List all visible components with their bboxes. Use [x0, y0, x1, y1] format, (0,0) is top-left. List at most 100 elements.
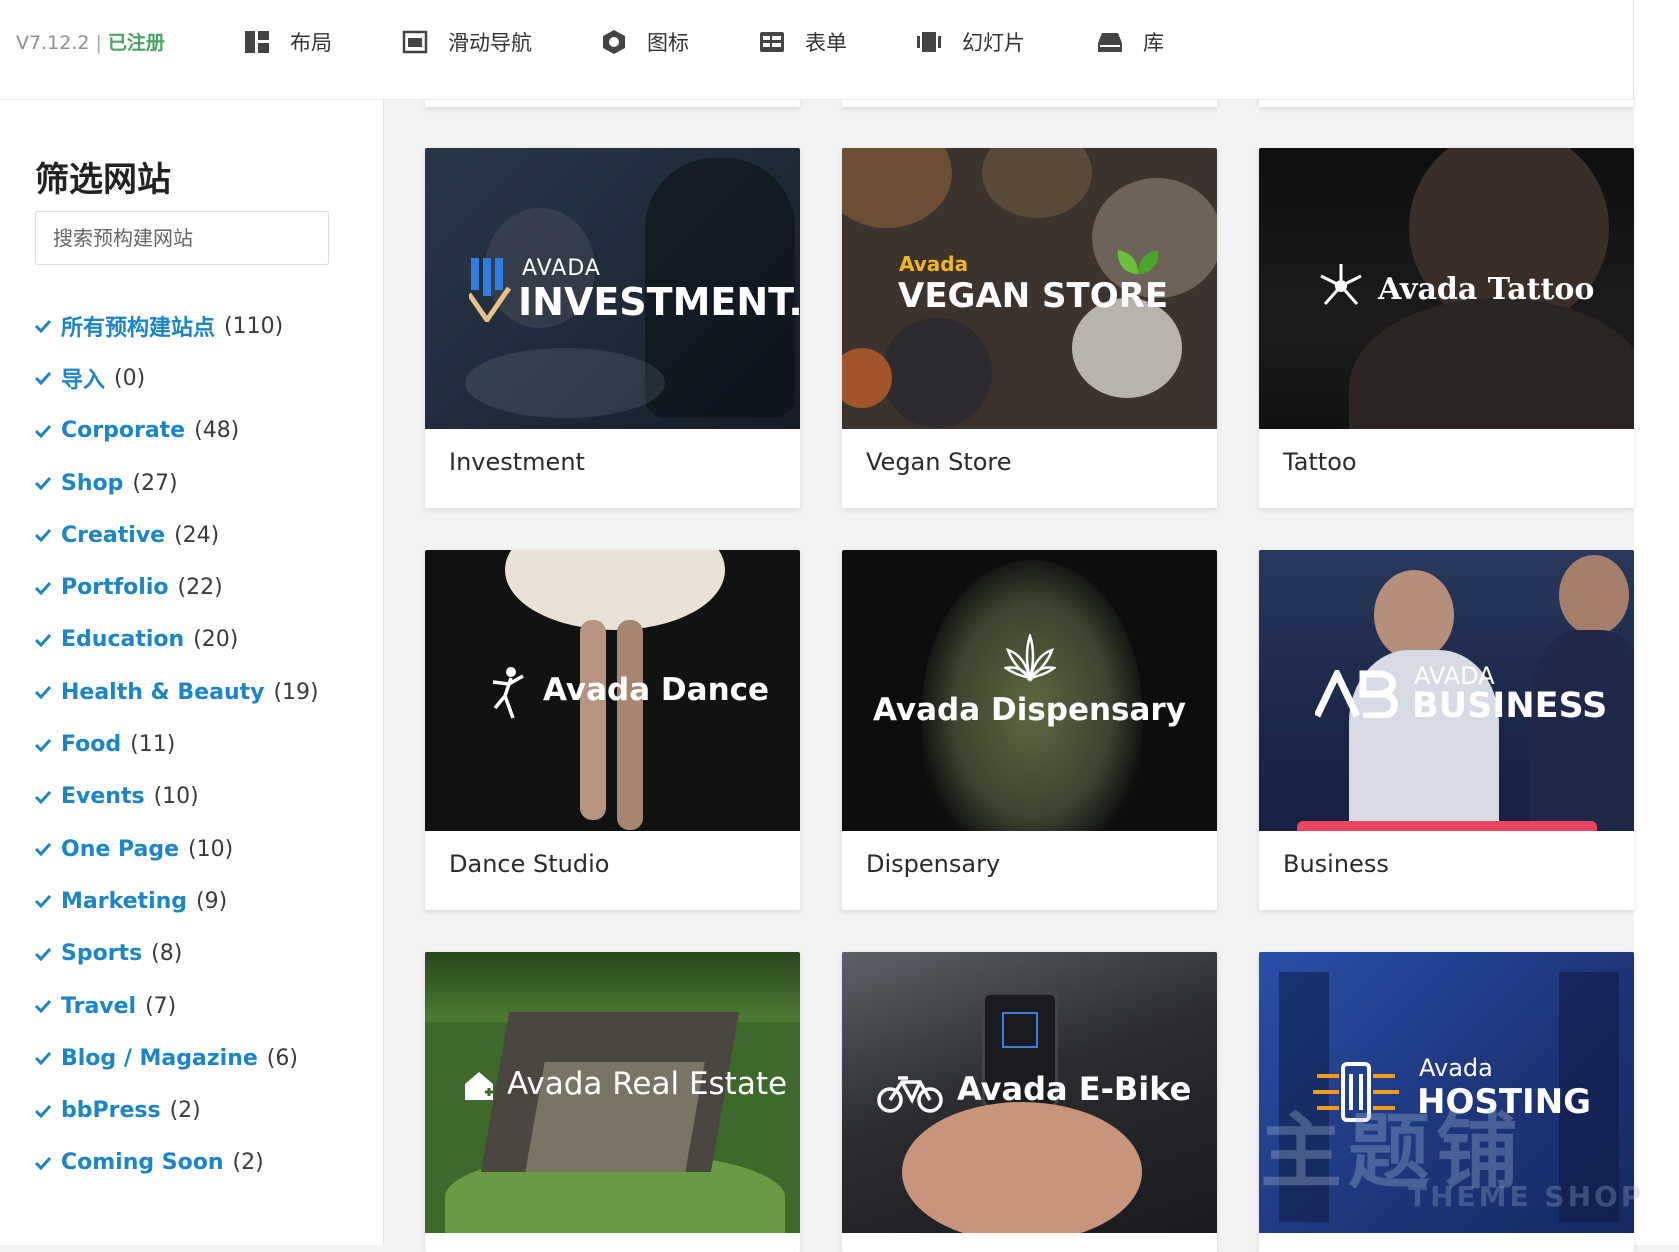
card-title: Tattoo [1283, 448, 1357, 476]
filter-name: Corporate [61, 418, 186, 444]
demo-card-e-bike[interactable]: Avada E-Bike [842, 952, 1217, 1252]
filter-item[interactable]: Marketing (9) [35, 875, 319, 927]
tattoo-logo-icon [1320, 264, 1362, 305]
filter-item[interactable]: Travel (7) [35, 980, 319, 1032]
house-icon [465, 1072, 493, 1100]
filter-count: (22) [177, 575, 223, 601]
cannabis-leaf-icon [1004, 634, 1056, 683]
check-icon [35, 895, 51, 909]
filter-name: Portfolio [61, 575, 169, 601]
filter-name: Coming Soon [61, 1150, 224, 1176]
filter-sidebar: 筛选网站 所有预构建站点 (110) 导入 (0) Corporate (48) Sh… [0, 100, 384, 1245]
demo-card-investment[interactable]: AVADA INVESTMENT. Investment [425, 148, 800, 508]
filter-item[interactable]: Events (10) [35, 771, 319, 823]
demo-card-real-estate[interactable]: Avada Real Estate [425, 952, 800, 1252]
nav-slider[interactable]: 滑动导航 [402, 24, 532, 60]
filter-name: bbPress [61, 1098, 161, 1124]
card-thumbnail: AVADA BUSINESS [1259, 550, 1634, 831]
brand-small: AVADA [522, 256, 601, 281]
check-icon [35, 947, 51, 961]
filter-count: (0) [114, 365, 146, 391]
filter-item[interactable]: Portfolio (22) [35, 561, 319, 613]
nav-layout[interactable]: 布局 [244, 24, 332, 60]
nav-layout-label: 布局 [290, 31, 332, 55]
demo-card-vegan-store[interactable]: Avada VEGAN STORE Vegan Store [842, 148, 1217, 508]
check-icon [35, 424, 51, 438]
check-icon [35, 581, 51, 595]
filter-name: Food [61, 732, 122, 758]
dancer-icon [492, 667, 524, 719]
filter-count: (2) [232, 1150, 264, 1176]
version-info: V7.12.2 | 已注册 [16, 28, 165, 55]
pink-accent-bar [1297, 821, 1597, 831]
card-thumbnail: Avada E-Bike [842, 952, 1217, 1233]
slideshow-icon [916, 29, 942, 55]
filter-name: Health & Beauty [61, 679, 265, 705]
filter-item[interactable]: 导入 (0) [35, 352, 319, 404]
filter-count: (7) [145, 993, 177, 1019]
check-icon [35, 477, 51, 491]
filter-item[interactable]: Shop (27) [35, 457, 319, 509]
filter-item[interactable]: Food (11) [35, 718, 319, 770]
brand-big: Avada Real Estate [507, 1066, 788, 1102]
version-number: V7.12.2 [16, 32, 90, 54]
nav-forms[interactable]: 表单 [759, 24, 847, 60]
filter-item[interactable]: bbPress (2) [35, 1084, 319, 1136]
bicycle-icon [877, 1076, 943, 1113]
search-input[interactable] [35, 211, 329, 265]
filter-name: 导入 [61, 368, 106, 394]
nav-icons[interactable]: 图标 [601, 24, 689, 60]
filter-name: Shop [61, 470, 124, 496]
filter-name: Travel [61, 993, 137, 1019]
filter-item[interactable]: One Page (10) [35, 823, 319, 875]
brand-big: Avada Dance [543, 672, 770, 708]
check-icon [35, 790, 51, 804]
card-title: Dispensary [866, 850, 1001, 878]
brand-small: Avada [899, 252, 969, 276]
card-thumbnail: AVADA INVESTMENT. [425, 148, 800, 429]
version-separator: | [95, 32, 102, 54]
filter-item[interactable]: 所有预构建站点 (110) [35, 300, 319, 352]
filter-item[interactable]: Corporate (48) [35, 405, 319, 457]
investment-logo-icon [469, 258, 511, 322]
card-thumbnail: Avada Dance [425, 550, 800, 831]
check-icon [35, 372, 51, 386]
nav-slideshow[interactable]: 幻灯片 [916, 24, 1025, 60]
registered-status: 已注册 [107, 32, 165, 54]
filter-count: (27) [132, 470, 178, 496]
filter-count: (20) [193, 627, 239, 653]
filter-count: (24) [174, 522, 220, 548]
watermark-subtext: THEME SHOP [1408, 1180, 1645, 1213]
card-title: Business [1283, 850, 1389, 878]
brand-small: Avada [1419, 1054, 1493, 1082]
filter-item[interactable]: Sports (8) [35, 928, 319, 980]
filter-count: (8) [151, 941, 183, 967]
demo-card-business[interactable]: AVADA BUSINESS Business [1259, 550, 1634, 910]
filter-item[interactable]: Coming Soon (2) [35, 1137, 319, 1189]
filter-count: (110) [224, 313, 284, 339]
demo-card-tattoo[interactable]: Avada Tattoo Tattoo [1259, 148, 1634, 508]
form-icon [759, 29, 785, 55]
demo-card-dispensary[interactable]: Avada Dispensary Dispensary [842, 550, 1217, 910]
nav-library[interactable]: 库 [1097, 24, 1164, 60]
top-toolbar: V7.12.2 | 已注册 布局 滑动导航 图标 表单 幻灯片 库 [0, 0, 1634, 100]
check-icon [35, 843, 51, 857]
filter-item[interactable]: Education (20) [35, 614, 319, 666]
check-icon [35, 320, 51, 334]
slider-nav-icon [402, 29, 428, 55]
nav-forms-label: 表单 [805, 31, 847, 55]
right-scroll-area [1634, 0, 1679, 1245]
filter-name: Sports [61, 941, 143, 967]
brand-big: Avada Dispensary [873, 692, 1186, 728]
filter-item[interactable]: Blog / Magazine (6) [35, 1032, 319, 1084]
card-thumbnail: Avada Dispensary [842, 550, 1217, 831]
filter-item[interactable]: Health & Beauty (19) [35, 666, 319, 718]
filter-name: Marketing [61, 888, 188, 914]
filter-item[interactable]: Creative (24) [35, 509, 319, 561]
brand-big: BUSINESS [1412, 686, 1608, 726]
filter-list: 所有预构建站点 (110) 导入 (0) Corporate (48) Shop (27… [35, 300, 319, 1189]
card-title: Investment [449, 448, 585, 476]
nav-slider-label: 滑动导航 [448, 31, 532, 55]
demo-card-dance[interactable]: Avada Dance Dance Studio [425, 550, 800, 910]
library-icon [1097, 29, 1123, 55]
